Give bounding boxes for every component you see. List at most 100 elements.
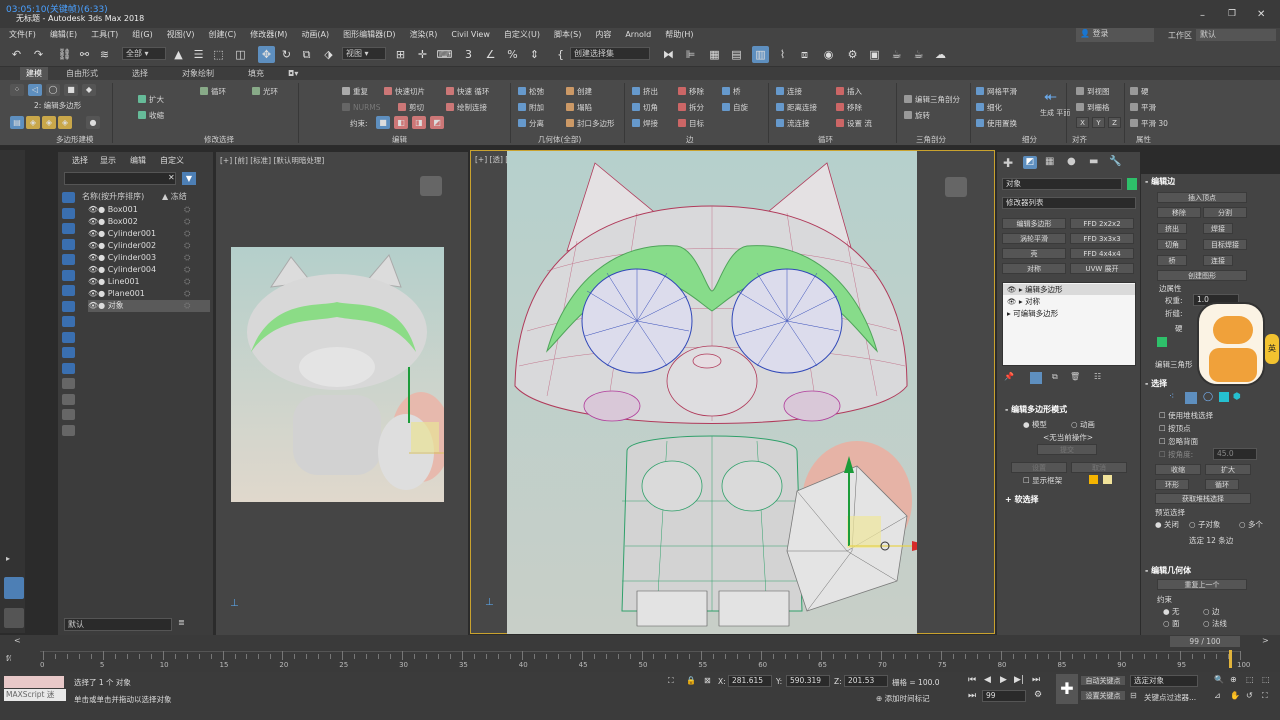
chamfer-button[interactable]: 切角 (632, 102, 658, 113)
collapse-button[interactable]: 塌陷 (566, 102, 592, 113)
constraint-edge-icon[interactable]: ◧ (394, 116, 408, 129)
layer-icon[interactable]: ≣ (178, 618, 185, 627)
viewport-layout[interactable] (4, 608, 24, 628)
menu-item[interactable]: 自定义(U) (497, 28, 547, 42)
viewport-front-label[interactable]: [+] [前] [标准] [默认明暗处理] (220, 155, 324, 166)
placement-icon[interactable]: ⬗ (320, 46, 337, 63)
render-cloud-icon[interactable]: ☁ (932, 46, 949, 63)
menu-item[interactable]: 修改器(M) (243, 28, 294, 42)
z-field[interactable]: 201.53 (844, 675, 888, 687)
x-field[interactable]: 281.615 (728, 675, 772, 687)
window-crossing-icon[interactable]: ◫ (232, 46, 249, 63)
menu-item[interactable]: 文件(F) (2, 28, 43, 42)
use-displace-button[interactable]: 使用置换 (976, 118, 1017, 129)
freeze-icon[interactable]: ⛭ (184, 216, 190, 228)
add-time-tag[interactable]: ⊕ 添加时间标记 (876, 693, 930, 704)
weld-edge-button[interactable]: 焊接 (1203, 223, 1233, 234)
se-list-item[interactable]: 👁● Cylinder003 ⛭ (88, 252, 210, 264)
menu-item[interactable]: Arnold (618, 28, 658, 42)
freeze-icon[interactable]: ⛭ (184, 300, 190, 312)
current-frame-field[interactable]: 99 (982, 690, 1026, 702)
tab-populate[interactable]: 填充 (242, 67, 270, 80)
render-frame-icon[interactable]: ▣ (866, 46, 883, 63)
object-name-field[interactable]: 对象 (1002, 178, 1122, 190)
render-setup-icon[interactable]: ⚙ (844, 46, 861, 63)
tessellate-button[interactable]: 细化 (976, 102, 1002, 113)
viewport-layout-active[interactable] (4, 577, 24, 599)
split-button[interactable]: 拆分 (678, 102, 704, 113)
unlink-icon[interactable]: ⚯ (76, 46, 93, 63)
modifier-button[interactable]: FFD 2x2x2 (1070, 218, 1134, 229)
zoom-extents-all-icon[interactable]: ⬚ (1262, 675, 1270, 684)
meshsmooth-button[interactable]: 网格平滑 (976, 86, 1017, 97)
isolate-icon[interactable]: ⛶ (668, 676, 674, 686)
constraint-face-icon[interactable]: ◨ (412, 116, 426, 129)
se-list-item[interactable]: 👁● Cylinder004 ⛭ (88, 264, 210, 276)
configure-sets-icon[interactable]: ☷ (1094, 372, 1101, 381)
viewport-perspective[interactable]: [+] [透] [标准] ⊥ (470, 150, 995, 634)
select-object-icon[interactable]: ▲ (170, 46, 187, 63)
move-tool-icon[interactable]: ✥ (258, 46, 275, 63)
modifier-button[interactable]: 涡轮平滑 (1002, 233, 1066, 244)
maximize-viewport-icon[interactable]: ⛶ (1262, 691, 1268, 701)
motion-tab-icon[interactable]: ● (1067, 156, 1076, 167)
ring-sel-button[interactable]: 环形 (1155, 479, 1189, 490)
connect-button[interactable]: 连接 (776, 86, 802, 97)
settings-button[interactable]: 设置 (1011, 462, 1067, 473)
group-edges[interactable]: 边 (686, 134, 694, 145)
se-filter-type-icon[interactable] (62, 300, 75, 312)
freeze-icon[interactable]: ⛭ (184, 252, 190, 264)
se-filter-type-icon[interactable] (62, 254, 75, 265)
border-mode-icon[interactable]: ◯ (46, 84, 60, 96)
se-col-name[interactable]: 名称(按升序排序) (82, 191, 144, 202)
fov-icon[interactable]: ⊿ (1214, 691, 1221, 700)
sel-edge-icon[interactable] (1185, 392, 1197, 404)
tab-object-paint[interactable]: 对象绘制 (176, 67, 220, 80)
tab-freeform[interactable]: 自由形式 (60, 67, 104, 80)
se-list-item[interactable]: 👁● Plane001 ⛭ (88, 288, 210, 300)
get-stack-sel-button[interactable]: 获取堆栈选择 (1155, 493, 1251, 504)
to-view-button[interactable]: 到视图 (1076, 86, 1110, 97)
stack-item-editable-poly[interactable]: ▸ 可编辑多边形 (1007, 308, 1058, 319)
se-filter-icon[interactable]: ▼ (182, 172, 196, 185)
menu-item[interactable]: 工具(T) (84, 28, 125, 42)
se-list-item[interactable]: 👁● Box001 ⛭ (88, 204, 210, 216)
timeline-prev-icon[interactable]: < (14, 636, 21, 645)
group-properties[interactable]: 属性 (1136, 134, 1151, 145)
se-filter-type-icon[interactable] (62, 409, 75, 420)
se-tab-display[interactable]: 显示 (100, 155, 116, 166)
key-mode-icon[interactable]: ⏭ (968, 691, 976, 701)
shrink-sel-button[interactable]: 收缩 (1155, 464, 1201, 475)
maxscript-listener[interactable]: MAXScript 迷 (4, 689, 66, 701)
group-align[interactable]: 对齐 (1072, 134, 1087, 145)
sel-vertex-icon[interactable]: ⁖ (1169, 392, 1174, 402)
rollout-selection[interactable]: - 选择 (1145, 378, 1167, 389)
menu-item[interactable]: 图形编辑器(D) (336, 28, 402, 42)
preview-subobj-radio[interactable]: ○ 子对象 (1189, 519, 1220, 530)
freeze-icon[interactable]: ⛭ (184, 228, 190, 240)
flow-connect-button[interactable]: 流连接 (776, 118, 810, 129)
nurms-button[interactable]: NURMS (342, 102, 381, 113)
freeze-icon[interactable]: ⛭ (184, 264, 190, 276)
se-tab-edit[interactable]: 编辑 (130, 155, 146, 166)
next-frame-icon[interactable]: ▶| (1014, 675, 1024, 685)
hierarchy-tab-icon[interactable]: ▦ (1045, 156, 1054, 167)
bridge-edge-button[interactable]: 桥 (1157, 255, 1187, 266)
y-field[interactable]: 590.319 (786, 675, 830, 687)
loop-sel-button[interactable]: 循环 (1205, 479, 1239, 490)
key-filter-button[interactable]: 关键点过滤器... (1144, 692, 1196, 703)
make-unique-icon[interactable]: ⧉ (1052, 372, 1058, 382)
auto-key-button[interactable]: 自动关键点 (1080, 675, 1126, 686)
se-list-item[interactable]: 👁● Box002 ⛭ (88, 216, 210, 228)
visibility-icon[interactable]: 👁● (88, 217, 108, 226)
render-iterative-icon[interactable]: ☕ (910, 46, 927, 63)
se-list-item[interactable]: 👁● Cylinder001 ⛭ (88, 228, 210, 240)
se-filter-type-icon[interactable] (62, 347, 75, 358)
scene-explorer-icon[interactable]: ▦ (706, 46, 723, 63)
connect-edge-button[interactable]: 连接 (1203, 255, 1233, 266)
element-mode-icon[interactable]: ◆ (82, 84, 96, 96)
edit-tri-button[interactable]: 编辑三角剖分 (904, 94, 960, 105)
remove-loop-button[interactable]: 移除 (836, 102, 862, 113)
utilities-tab-icon[interactable]: 🔧 (1109, 156, 1121, 167)
loop-button[interactable]: 循环 (200, 86, 226, 97)
